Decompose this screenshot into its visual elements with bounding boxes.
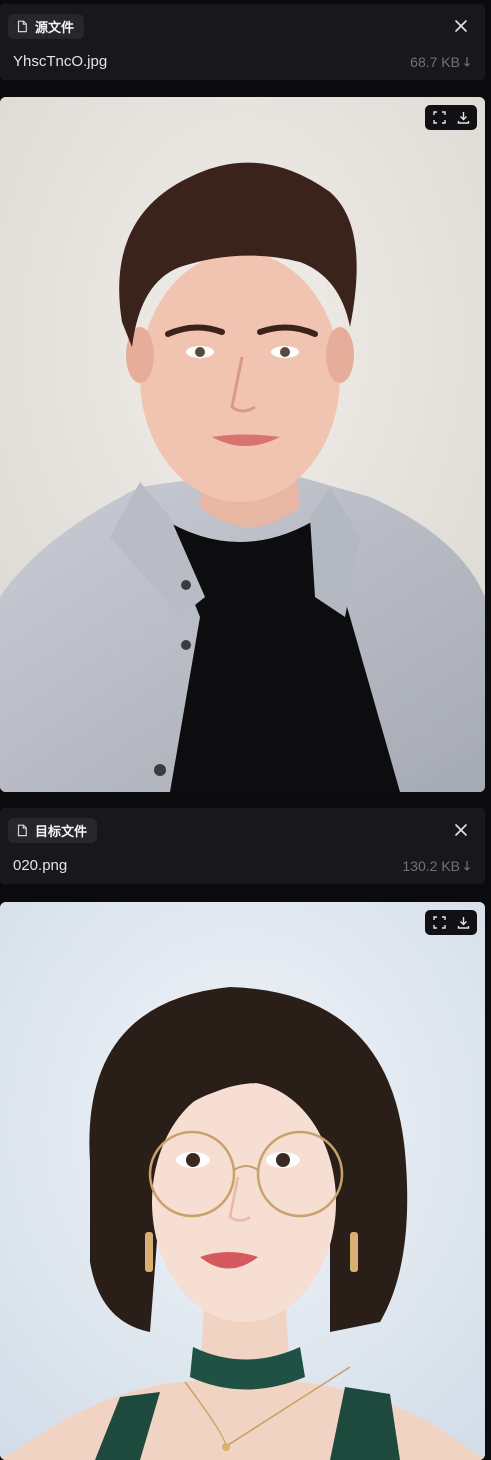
close-icon bbox=[455, 824, 467, 836]
target-file-size-value: 130.2 KB bbox=[402, 858, 460, 874]
fullscreen-icon bbox=[432, 111, 446, 124]
target-download-button[interactable] bbox=[453, 913, 473, 933]
source-close-button[interactable] bbox=[451, 16, 471, 36]
arrow-down-icon bbox=[464, 57, 470, 67]
target-file-name: 020.png bbox=[13, 857, 68, 874]
target-badge-label: 目标文件 bbox=[35, 824, 88, 839]
source-file-card: 源文件 YhscTncO.jpg 68.7 KB bbox=[0, 4, 485, 80]
source-fullscreen-button[interactable] bbox=[429, 108, 449, 128]
target-image-toolbar bbox=[425, 910, 477, 935]
target-photo bbox=[0, 902, 485, 1460]
close-icon bbox=[455, 20, 467, 32]
download-icon bbox=[457, 112, 469, 124]
fullscreen-icon bbox=[432, 916, 446, 929]
target-file-card: 目标文件 020.png 130.2 KB bbox=[0, 808, 485, 884]
source-badge-label: 源文件 bbox=[35, 20, 75, 35]
target-image-panel bbox=[0, 902, 485, 1460]
source-download-button[interactable] bbox=[453, 108, 473, 128]
target-fullscreen-button[interactable] bbox=[429, 913, 449, 933]
source-file-size-value: 68.7 KB bbox=[410, 54, 460, 70]
file-icon bbox=[17, 824, 27, 837]
file-icon bbox=[17, 20, 27, 33]
source-image-toolbar bbox=[425, 105, 477, 130]
source-file-name: YhscTncO.jpg bbox=[13, 53, 108, 70]
source-image-panel bbox=[0, 97, 485, 792]
target-file-badge: 目标文件 bbox=[8, 818, 98, 843]
target-file-size: 130.2 KB bbox=[402, 858, 471, 874]
download-icon bbox=[457, 917, 469, 929]
arrow-down-icon bbox=[464, 861, 470, 871]
target-close-button[interactable] bbox=[451, 820, 471, 840]
source-photo bbox=[0, 97, 485, 792]
source-file-size: 68.7 KB bbox=[410, 54, 471, 70]
file-compare-panel: 源文件 YhscTncO.jpg 68.7 KB 目标文件 020.png 13… bbox=[0, 0, 491, 1460]
source-file-badge: 源文件 bbox=[8, 14, 85, 39]
